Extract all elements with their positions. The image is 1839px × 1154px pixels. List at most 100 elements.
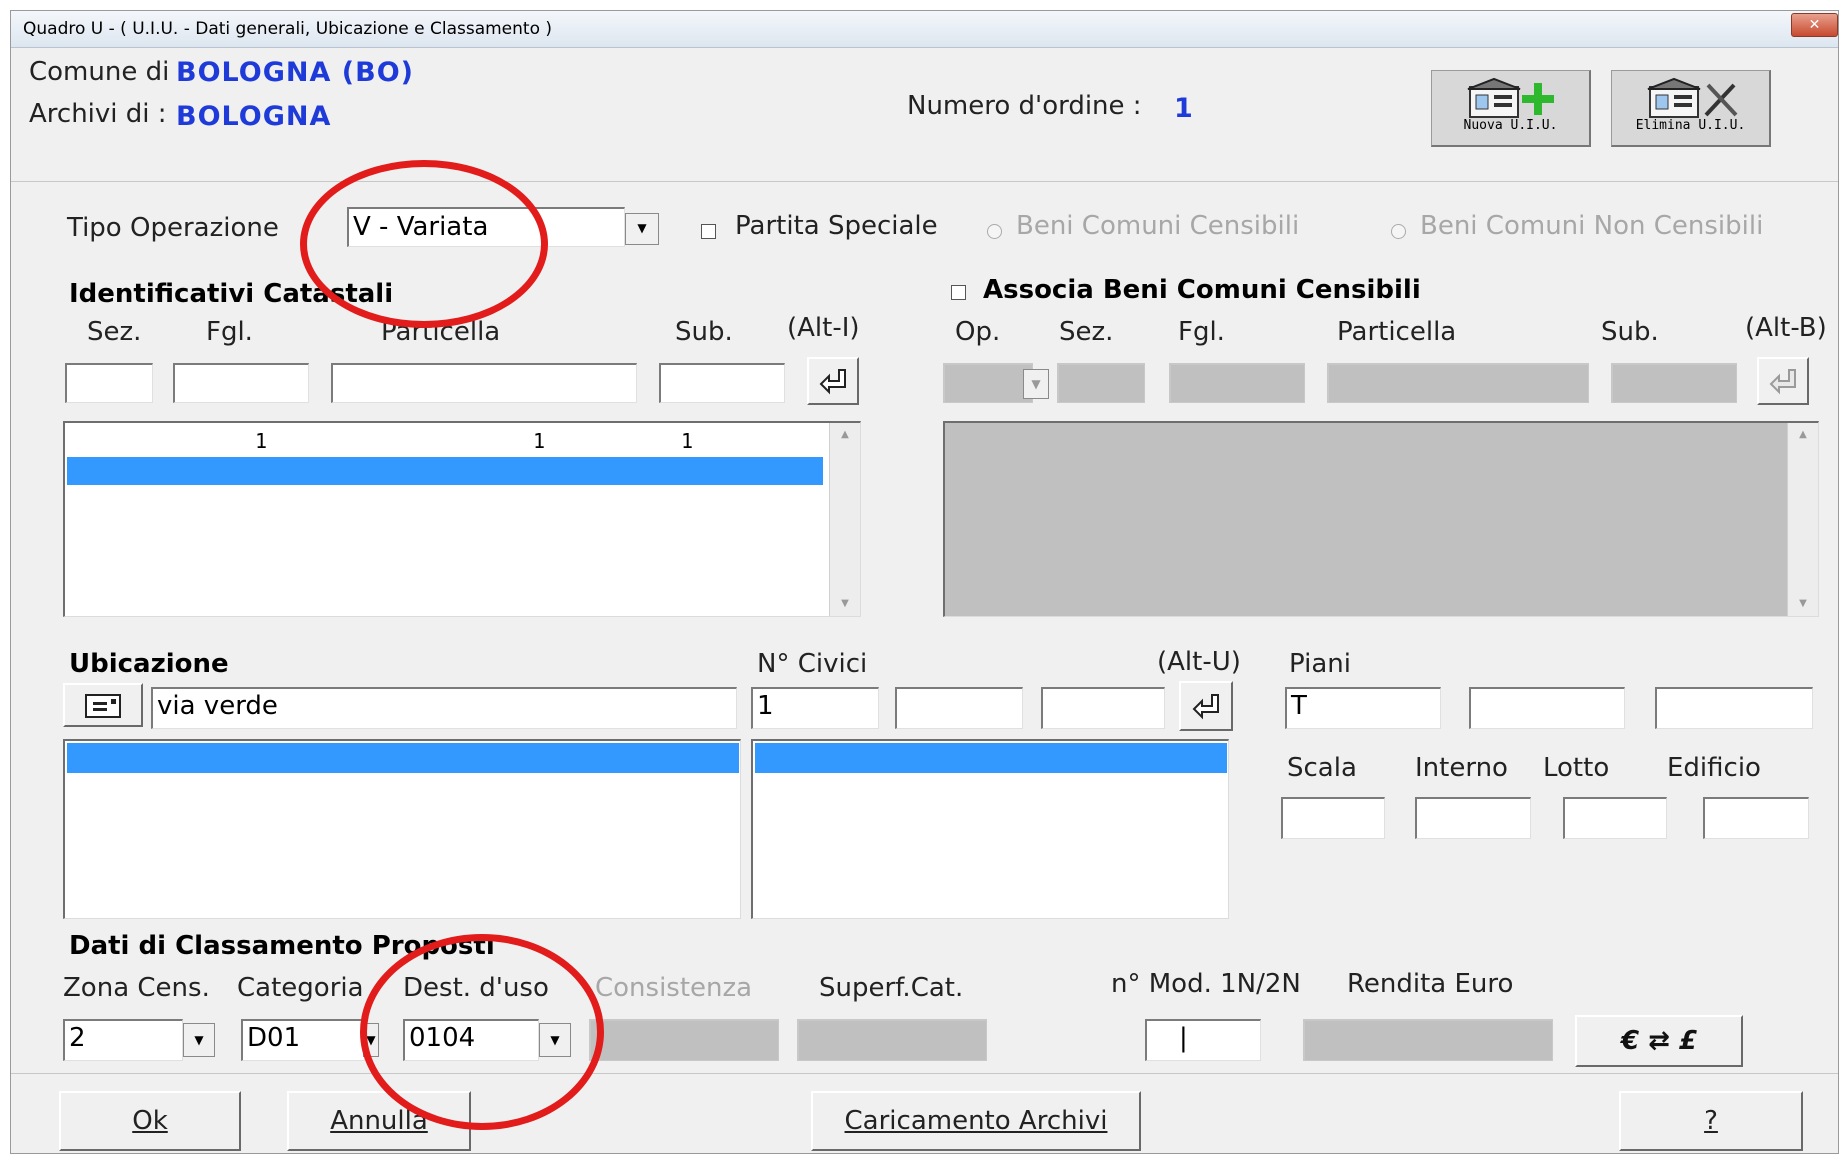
identificativi-title: Identificativi Catastali — [69, 279, 394, 309]
civico-1-input[interactable]: 1 — [751, 687, 879, 729]
zona-dropdown-arrow[interactable]: ▼ — [183, 1023, 215, 1057]
beni-particella-input[interactable] — [1327, 363, 1589, 403]
consistenza-label: Consistenza — [595, 973, 753, 1003]
civici-list[interactable] — [751, 739, 1229, 919]
interno-input[interactable] — [1415, 797, 1531, 839]
sub-input[interactable] — [659, 363, 785, 403]
beni-op-select[interactable] — [943, 363, 1033, 403]
ubicazione-list[interactable] — [63, 739, 741, 919]
dest-uso-dropdown-arrow[interactable]: ▼ — [539, 1023, 571, 1057]
house-add-icon — [1467, 77, 1554, 118]
add-civico-button[interactable] — [1179, 681, 1233, 731]
alt-u-shortcut: (Alt-U) — [1157, 647, 1241, 677]
civico-2-input[interactable] — [895, 687, 1023, 729]
caricamento-label: Caricamento Archivi — [844, 1106, 1108, 1136]
close-button[interactable]: ✕ — [1791, 13, 1838, 37]
categoria-label: Categoria — [237, 973, 364, 1003]
civico-3-input[interactable] — [1041, 687, 1165, 729]
annulla-button[interactable]: Annulla — [287, 1091, 471, 1151]
nuova-uiu-caption: Nuova U.I.U. — [1463, 118, 1558, 133]
archivi-label: Archivi di : — [29, 99, 167, 129]
beni-comuni-scrollbar[interactable]: ▲ ▼ — [1787, 423, 1818, 616]
mod-value: | — [1179, 1023, 1188, 1053]
title-bar: Quadro U - ( U.I.U. - Dati generali, Ubi… — [11, 11, 1838, 48]
dest-uso-value: 0104 — [409, 1023, 476, 1053]
mod-input[interactable]: | — [1145, 1019, 1261, 1061]
selected-row[interactable] — [67, 743, 739, 773]
selected-row[interactable] — [755, 743, 1227, 773]
piano-1-value: T — [1291, 691, 1307, 721]
identificativi-scrollbar[interactable]: ▲ ▼ — [829, 423, 860, 616]
associa-beni-title: Associa Beni Comuni Censibili — [983, 275, 1421, 305]
list-item[interactable]: 1 1 1 — [65, 429, 825, 453]
piano-1-input[interactable]: T — [1285, 687, 1441, 729]
beni-non-censibili-radio[interactable] — [1391, 224, 1406, 239]
categoria-dropdown-arrow[interactable]: ▼ — [363, 1023, 379, 1057]
zona-select[interactable]: 2 — [63, 1019, 183, 1061]
window-title: Quadro U - ( U.I.U. - Dati generali, Ubi… — [23, 19, 553, 39]
scroll-down-icon[interactable]: ▼ — [1788, 592, 1818, 616]
beni-comuni-list[interactable]: ▲ ▼ — [943, 421, 1819, 617]
ubicazione-card-button[interactable] — [63, 683, 143, 727]
currency-convert-button[interactable]: € ⇄ £ — [1575, 1015, 1743, 1067]
col-sez-label: Sez. — [87, 317, 142, 347]
annulla-label: Annulla — [330, 1106, 428, 1136]
classamento-title: Dati di Classamento Proposti — [69, 931, 495, 961]
ok-button[interactable]: Ok — [59, 1091, 241, 1151]
elimina-uiu-button[interactable]: Elimina U.I.U. — [1611, 70, 1771, 147]
tipo-operazione-value: V - Variata — [353, 212, 489, 242]
associa-beni-checkbox[interactable] — [951, 285, 966, 300]
row-fgl: 1 — [255, 429, 268, 453]
footer-divider — [11, 1073, 1838, 1074]
edificio-input[interactable] — [1703, 797, 1809, 839]
dialog-window: Quadro U - ( U.I.U. - Dati generali, Ubi… — [10, 10, 1839, 1154]
categoria-input[interactable]: D01 — [241, 1019, 365, 1061]
fgl-input[interactable] — [173, 363, 309, 403]
nuova-uiu-button[interactable]: Nuova U.I.U. — [1431, 70, 1591, 147]
tipo-operazione-dropdown-arrow[interactable]: ▼ — [625, 213, 659, 245]
scroll-up-icon[interactable]: ▲ — [1788, 423, 1818, 447]
return-arrow-icon — [819, 369, 846, 395]
particella-input[interactable] — [331, 363, 637, 403]
via-input[interactable]: via verde — [151, 687, 737, 729]
tipo-operazione-select[interactable]: V - Variata — [347, 207, 625, 247]
superf-input[interactable] — [797, 1019, 987, 1061]
identificativi-list[interactable]: 1 1 1 ▲ ▼ — [63, 421, 861, 617]
comune-value: BOLOGNA (BO) — [176, 57, 414, 88]
scroll-up-icon[interactable]: ▲ — [830, 423, 860, 447]
piani-label: Piani — [1289, 649, 1351, 679]
ok-label: Ok — [132, 1106, 168, 1136]
alt-i-shortcut: (Alt-I) — [787, 313, 860, 343]
dest-uso-select[interactable]: 0104 — [403, 1019, 539, 1061]
piano-3-input[interactable] — [1655, 687, 1813, 729]
selected-row[interactable] — [67, 457, 823, 485]
address-card-icon — [85, 694, 121, 718]
consistenza-input[interactable] — [589, 1019, 779, 1061]
numero-ordine-value: 1 — [1174, 93, 1194, 124]
beni-non-censibili-label: Beni Comuni Non Censibili — [1420, 211, 1764, 241]
beni-sez-input[interactable] — [1057, 363, 1145, 403]
scroll-down-icon[interactable]: ▼ — [830, 592, 860, 616]
col-fgl-label: Fgl. — [206, 317, 253, 347]
sez-input[interactable] — [65, 363, 153, 403]
help-label: ? — [1704, 1106, 1718, 1136]
civici-label: N° Civici — [757, 649, 868, 679]
add-identificativo-button[interactable] — [807, 357, 859, 405]
beni-fgl-input[interactable] — [1169, 363, 1305, 403]
piano-2-input[interactable] — [1469, 687, 1625, 729]
rendita-input[interactable] — [1303, 1019, 1553, 1061]
beni-col-sub: Sub. — [1601, 317, 1659, 347]
caricamento-archivi-button[interactable]: Caricamento Archivi — [811, 1091, 1141, 1151]
scala-input[interactable] — [1281, 797, 1385, 839]
partita-speciale-checkbox[interactable] — [701, 224, 716, 239]
help-button[interactable]: ? — [1619, 1091, 1803, 1151]
beni-col-op: Op. — [955, 317, 1001, 347]
beni-censibili-label: Beni Comuni Censibili — [1016, 211, 1300, 241]
superf-label: Superf.Cat. — [819, 973, 964, 1003]
lotto-input[interactable] — [1563, 797, 1667, 839]
col-sub-label: Sub. — [675, 317, 733, 347]
beni-sub-input[interactable] — [1611, 363, 1737, 403]
beni-op-dropdown-arrow[interactable]: ▼ — [1023, 369, 1049, 399]
add-beni-button[interactable] — [1757, 357, 1809, 405]
beni-censibili-radio[interactable] — [987, 224, 1002, 239]
